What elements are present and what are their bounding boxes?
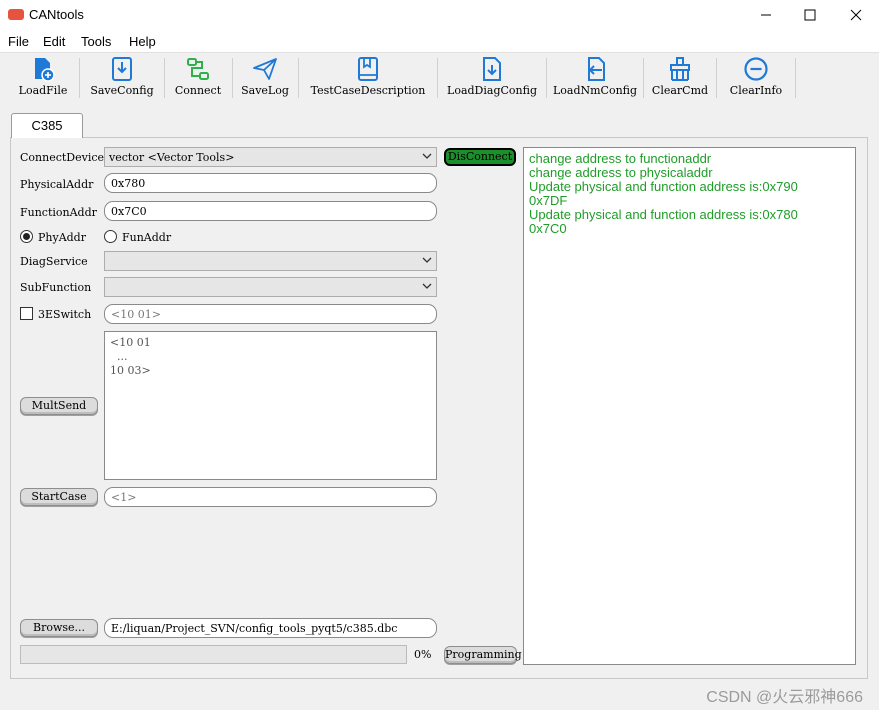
- watermark: CSDN @火云邪神666: [706, 689, 863, 706]
- 3e-switch-label: 3ESwitch: [38, 308, 92, 321]
- toolbar-clearinfo-button[interactable]: ClearInfo: [724, 56, 788, 100]
- log-line: change address to physicaladdr: [529, 165, 713, 180]
- chevron-down-icon: [422, 257, 432, 263]
- toolbar-separator: [716, 58, 717, 98]
- close-button[interactable]: [833, 0, 879, 30]
- browse-path-input[interactable]: E:/liquan/Project_SVN/config_tools_pyqt5…: [104, 618, 437, 638]
- save-download-icon: [112, 57, 132, 81]
- import-file-icon: [588, 57, 605, 81]
- fun-addr-radio[interactable]: [104, 230, 117, 243]
- toolbar-separator: [232, 58, 233, 98]
- 3e-switch-checkbox[interactable]: [20, 307, 33, 320]
- sub-function-select[interactable]: [104, 277, 437, 297]
- toolbar-label: ClearInfo: [729, 84, 783, 97]
- log-line: Update physical and function address is:…: [529, 207, 798, 222]
- toolbar-label: Connect: [174, 84, 222, 97]
- toolbar-label: ClearCmd: [651, 84, 709, 97]
- maximize-icon: [804, 9, 816, 21]
- menu-file[interactable]: File: [8, 34, 29, 49]
- toolbar-separator: [795, 58, 796, 98]
- toolbar-label: LoadNmConfig: [552, 84, 638, 97]
- chevron-down-icon: [422, 283, 432, 289]
- connect-device-value: vector <Vector Tools>: [109, 151, 235, 164]
- toolbar-label: TestCaseDescription: [310, 84, 426, 97]
- toolbar-separator: [546, 58, 547, 98]
- close-icon: [850, 9, 862, 21]
- toolbar-separator: [643, 58, 644, 98]
- browse-button[interactable]: Browse...: [20, 619, 98, 637]
- start-case-input[interactable]: <1>: [104, 487, 437, 507]
- book-icon: [358, 57, 378, 81]
- radio-dot: [23, 233, 30, 240]
- toolbar-label: SaveLog: [241, 84, 289, 97]
- maximize-button[interactable]: [787, 0, 833, 30]
- toolbar-clearcmd-button[interactable]: ClearCmd: [651, 56, 709, 100]
- toolbar-savelog-button[interactable]: SaveLog: [239, 56, 291, 100]
- toolbar-label: LoadDiagConfig: [447, 84, 537, 97]
- mult-send-textarea[interactable]: <10 01 ... 10 03>: [104, 331, 437, 480]
- toolbar-separator: [437, 58, 438, 98]
- chevron-down-icon: [422, 153, 432, 159]
- log-line: 0x7C0: [529, 221, 567, 236]
- physical-addr-label: PhysicalAddr: [20, 178, 94, 191]
- broom-icon: [670, 57, 690, 81]
- toolbar-saveconfig-button[interactable]: SaveConfig: [87, 56, 157, 100]
- connect-icon: [187, 58, 209, 80]
- log-line: change address to functionaddr: [529, 151, 712, 166]
- log-line: Update physical and function address is:…: [529, 179, 798, 194]
- phy-addr-label: PhyAddr: [38, 231, 86, 244]
- app-icon: [8, 9, 24, 20]
- log-output: change address to functionaddr change ad…: [523, 147, 856, 665]
- disconnect-button[interactable]: DisConnect: [444, 148, 516, 166]
- download-file-icon: [483, 57, 501, 81]
- programming-button[interactable]: Programming: [444, 646, 522, 664]
- minus-circle-icon: [744, 57, 768, 81]
- connect-device-select[interactable]: vector <Vector Tools>: [104, 147, 437, 167]
- start-case-button[interactable]: StartCase: [20, 488, 98, 506]
- toolbar-separator: [298, 58, 299, 98]
- diag-service-label: DiagService: [20, 255, 88, 268]
- mult-send-button[interactable]: MultSend: [20, 397, 98, 415]
- phy-addr-radio[interactable]: [20, 230, 33, 243]
- file-add-icon: [35, 58, 55, 82]
- 3e-switch-input[interactable]: <10 01>: [104, 304, 437, 324]
- log-line: 0x7DF: [529, 193, 568, 208]
- toolbar-connect-button[interactable]: Connect: [170, 56, 226, 100]
- toolbar-label: SaveConfig: [90, 84, 154, 97]
- minimize-icon: [761, 14, 771, 16]
- sub-function-label: SubFunction: [20, 281, 92, 294]
- menu-help[interactable]: Help: [129, 34, 156, 49]
- diag-service-select[interactable]: [104, 251, 437, 271]
- function-addr-label: FunctionAddr: [20, 206, 97, 219]
- minimize-button[interactable]: [743, 0, 789, 30]
- fun-addr-label: FunAddr: [122, 231, 172, 244]
- tab-c385[interactable]: C385: [11, 113, 83, 138]
- menu-edit[interactable]: Edit: [43, 34, 65, 49]
- progress-text: 0%: [414, 648, 432, 661]
- toolbar-testcasedescription-button[interactable]: TestCaseDescription: [305, 56, 431, 100]
- physical-addr-input[interactable]: 0x780: [104, 173, 437, 193]
- toolbar-separator: [164, 58, 165, 98]
- toolbar-loaddiagconfig-button[interactable]: LoadDiagConfig: [444, 56, 540, 100]
- connect-device-label: ConnectDevice: [20, 151, 105, 164]
- function-addr-input[interactable]: 0x7C0: [104, 201, 437, 221]
- send-plane-icon: [253, 58, 277, 80]
- progress-bar: [20, 645, 407, 664]
- toolbar-label: LoadFile: [18, 84, 68, 97]
- window-title: CANtools: [29, 7, 84, 22]
- toolbar-loadnmconfig-button[interactable]: LoadNmConfig: [552, 56, 638, 100]
- toolbar-separator: [79, 58, 80, 98]
- toolbar-loadfile-button[interactable]: LoadFile: [14, 56, 72, 100]
- menu-tools[interactable]: Tools: [81, 34, 111, 49]
